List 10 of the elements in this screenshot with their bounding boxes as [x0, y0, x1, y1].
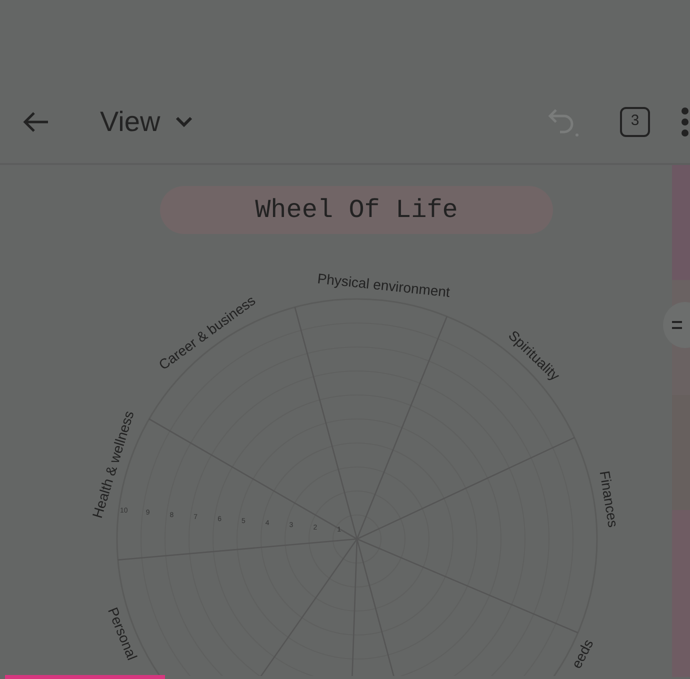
back-icon[interactable]: [22, 110, 50, 134]
page-count[interactable]: 3: [620, 106, 650, 136]
chevron-down-icon[interactable]: [174, 114, 194, 128]
view-menu-title[interactable]: View: [100, 100, 160, 142]
life-area-label: Finances: [596, 470, 622, 528]
life-area-label: Physical environment: [316, 270, 451, 300]
document-title: Wheel Of Life: [160, 186, 553, 234]
more-options-icon[interactable]: [680, 106, 690, 136]
menu-icon: [672, 320, 682, 330]
life-area-label: eeds: [568, 636, 596, 671]
